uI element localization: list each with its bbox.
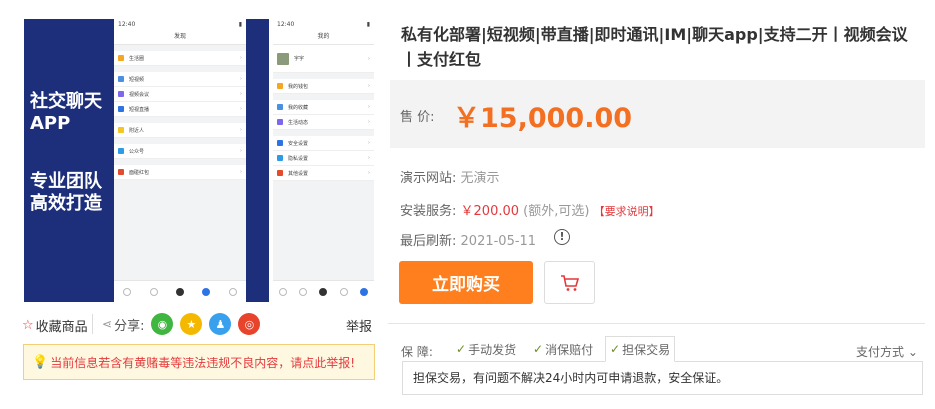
price-value: ￥15,000.00	[453, 103, 633, 134]
qq-icon[interactable]: ♟	[209, 313, 232, 335]
phone-screenshot-discover: 12:40 ▮ 发现 生活圈 › 短视频 › 视频会议 › 短视直播 › 附近人 › 公众号…	[114, 19, 246, 302]
phone-row: 安全设置 ›	[273, 136, 374, 151]
banner-text-1: 社交聊天	[30, 91, 102, 112]
report-link[interactable]: 举报	[346, 316, 372, 335]
phone-time: 12:40	[118, 21, 136, 28]
share-icon: ⋖	[102, 317, 113, 331]
phone-user-row: 宇宇 ›	[273, 45, 374, 73]
install-requirement-link[interactable]: 【要求说明】	[594, 205, 660, 218]
favorite-button[interactable]: ☆ 收藏商品	[22, 316, 88, 335]
guarantee-escrow-tab[interactable]: ✓ 担保交易	[605, 336, 676, 362]
product-title: 私有化部署|短视频|带直播|即时通讯|IM|聊天app|支持二开丨视频会议丨支付…	[401, 25, 908, 69]
phone-row: 视频会议 ›	[114, 87, 246, 102]
banner-text-3: 专业团队	[30, 171, 102, 192]
install-label: 安装服务:	[400, 204, 457, 219]
phone-row: 短视频 ›	[114, 72, 246, 87]
phone-row: 隐私设置 ›	[273, 151, 374, 166]
phone-row: 公众号 ›	[114, 144, 246, 159]
install-price: ￥200.00	[460, 204, 520, 219]
divider	[388, 323, 925, 324]
share-bar: ⋖ 分享: ◉ ★ ♟ ◎	[102, 313, 261, 335]
phone-title: 我的	[273, 31, 374, 45]
phone-row: 其他设置 ›	[273, 166, 374, 181]
demo-label: 演示网站:	[400, 171, 457, 186]
share-label: 分享:	[114, 318, 145, 334]
banner-text-2: APP	[30, 113, 71, 134]
install-service-row: 安装服务: ￥200.00 (额外,可选) 【要求说明】	[400, 200, 660, 219]
warning-text: 当前信息若含有黄赌毒等违法违规不良内容，请点此举报!	[50, 355, 356, 370]
chevron-down-icon: ⌄	[907, 345, 918, 359]
guarantee-compensation[interactable]: ✓ 消保赔付	[529, 336, 597, 362]
lightbulb-icon: 💡	[32, 354, 49, 370]
guarantee-label: 保 障:	[401, 345, 433, 359]
phone-title: 发现	[114, 31, 246, 45]
check-icon: ✓	[456, 342, 467, 356]
refresh-label: 最后刷新:	[400, 234, 457, 249]
add-to-cart-button[interactable]	[544, 261, 595, 304]
info-icon[interactable]: !	[554, 229, 570, 245]
qzone-icon[interactable]: ★	[180, 313, 203, 335]
phone-row: 生活圈 ›	[114, 51, 246, 66]
buy-now-button[interactable]: 立即购买	[399, 261, 533, 304]
check-icon: ✓	[610, 342, 621, 356]
weibo-icon[interactable]: ◎	[238, 313, 261, 335]
refresh-row: 最后刷新: 2021-05-11	[400, 230, 536, 249]
demo-site-row: 演示网站: 无演示	[400, 167, 500, 186]
wechat-icon[interactable]: ◉	[151, 313, 174, 335]
phone-row: 面碰红包 ›	[114, 165, 246, 180]
phone-row: 生活动态 ›	[273, 115, 374, 130]
phone-row: 附近人 ›	[114, 123, 246, 138]
demo-value: 无演示	[460, 171, 500, 186]
phone-row: 我的钱包 ›	[273, 79, 374, 94]
check-icon: ✓	[533, 342, 544, 356]
payment-method-dropdown[interactable]: 支付方式 ⌄	[856, 343, 918, 360]
phone-time: 12:40	[277, 21, 295, 28]
star-icon: ☆	[22, 318, 34, 333]
favorite-label: 收藏商品	[35, 320, 88, 335]
refresh-date: 2021-05-11	[460, 234, 537, 249]
report-warning[interactable]: 💡 当前信息若含有黄赌毒等违法违规不良内容，请点此举报!	[23, 344, 375, 380]
price-label: 售 价:	[400, 110, 435, 125]
phone-row: 短视直播 ›	[114, 102, 246, 117]
cart-icon	[560, 274, 579, 291]
install-note: (额外,可选)	[523, 204, 590, 219]
guarantee-manual-delivery[interactable]: ✓ 手动发货	[452, 336, 520, 362]
guarantee-description: 担保交易，有问题不解决24小时内可申请退款，安全保证。	[402, 361, 923, 395]
product-image[interactable]: 社交聊天 APP 专业团队 高效打造 12:40 ▮ 发现 生活圈 › 短视频 › 视…	[24, 19, 374, 302]
phone-row: 我的收藏 ›	[273, 100, 374, 115]
phone-screenshot-me: 12:40 ▮ 我的 宇宇 › 我的钱包 › 我的收藏 › 生活动态 › 安全设置 › 隐私…	[273, 19, 374, 302]
banner-text-4: 高效打造	[30, 193, 102, 214]
